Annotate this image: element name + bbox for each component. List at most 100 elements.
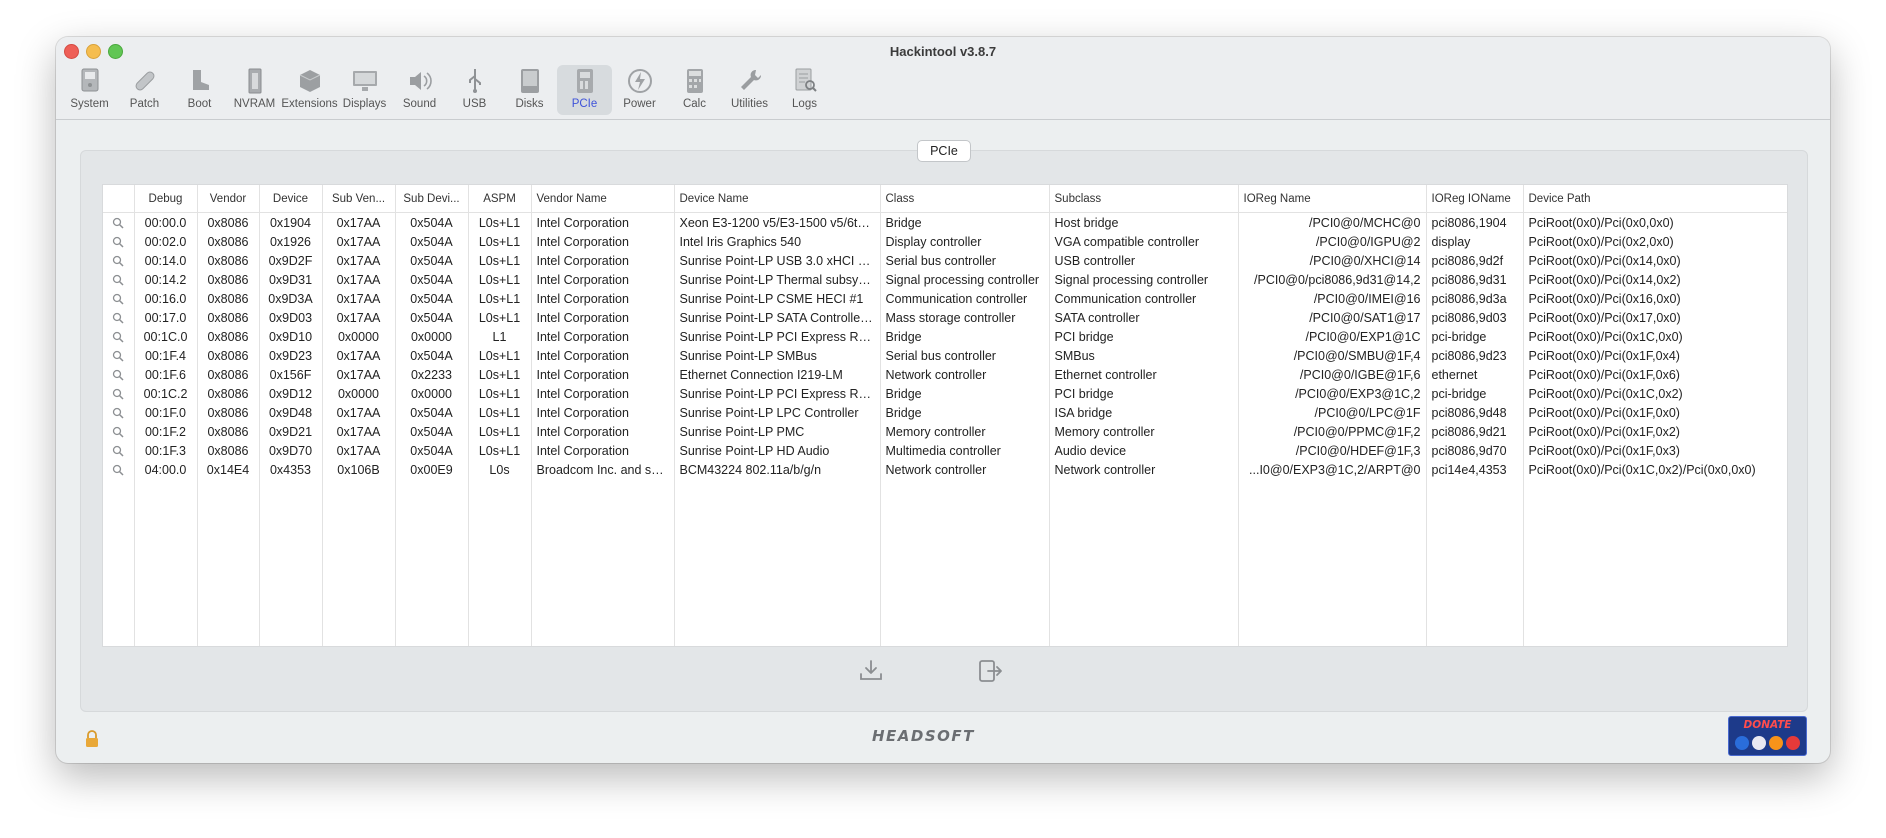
table-cell: pci8086,9d3a [1426, 289, 1524, 308]
table-cell: 00:1F.0 [134, 403, 198, 422]
table-row[interactable]: 00:1F.6 0x8086 0x156F 0x17AA 0x2233 L0s+L1 Int… [103, 365, 1787, 384]
table-cell: 0x9D48 [259, 403, 323, 422]
column-header[interactable]: Debug [134, 185, 198, 213]
toolbar-item-boot[interactable]: Boot [172, 65, 227, 115]
table-cell: Communication controller [1049, 289, 1239, 308]
table-row[interactable]: 00:1F.2 0x8086 0x9D21 0x17AA 0x504A L0s+L1 Int… [103, 422, 1787, 441]
magnifier-icon [113, 256, 124, 267]
row-lookup-button[interactable] [103, 289, 135, 308]
column-header[interactable]: Vendor Name [531, 185, 675, 213]
toolbar-item-calc[interactable]: Calc [667, 65, 722, 115]
row-lookup-button[interactable] [103, 327, 135, 346]
table-row[interactable]: 00:17.0 0x8086 0x9D03 0x17AA 0x504A L0s+L1 Int… [103, 308, 1787, 327]
column-header[interactable]: Vendor [197, 185, 260, 213]
table-row[interactable]: 00:1F.3 0x8086 0x9D70 0x17AA 0x504A L0s+L1 Int… [103, 441, 1787, 460]
table-cell: 0x9D21 [259, 422, 323, 441]
table-cell: 0x9D03 [259, 308, 323, 327]
column-header[interactable]: Class [880, 185, 1050, 213]
table-cell: Mass storage controller [880, 308, 1050, 327]
table-row[interactable]: 00:00.0 0x8086 0x1904 0x17AA 0x504A L0s+L1 Int… [103, 212, 1787, 232]
panel-tab-pcie[interactable]: PCIe [917, 140, 971, 162]
table-cell: PciRoot(0x0)/Pci(0x1F,0x3) [1523, 441, 1787, 460]
export-button[interactable] [858, 658, 884, 684]
lock-icon[interactable] [84, 729, 100, 749]
magnifier-icon [113, 218, 124, 229]
table-cell: Sunrise Point-LP SATA Controller [AHCI m… [674, 308, 881, 327]
table-row[interactable]: 00:16.0 0x8086 0x9D3A 0x17AA 0x504A L0s+L1 Int… [103, 289, 1787, 308]
column-header[interactable]: IOReg IOName [1426, 185, 1524, 213]
table-cell: Signal processing controller [1049, 270, 1239, 289]
table-cell: Signal processing controller [880, 270, 1050, 289]
toolbar-item-label: NVRAM [233, 98, 276, 110]
column-header[interactable]: IOReg Name [1238, 185, 1427, 213]
row-lookup-button[interactable] [103, 460, 135, 479]
share-button[interactable] [977, 658, 1003, 684]
toolbar-item-sound[interactable]: Sound [392, 65, 447, 115]
row-lookup-button[interactable] [103, 308, 135, 327]
toolbar-item-patch[interactable]: Patch [117, 65, 172, 115]
table-cell: 0x8086 [197, 346, 260, 365]
column-header[interactable]: Device Path [1523, 185, 1787, 213]
toolbar-item-extensions[interactable]: Extensions [281, 65, 338, 115]
toolbar-item-utilities[interactable]: Utilities [722, 65, 777, 115]
toolbar-item-label: Displays [342, 98, 387, 110]
table-cell: Network controller [1049, 460, 1239, 479]
table-cell: L0s+L1 [468, 384, 532, 403]
table-cell: Ethernet Connection I219-LM [674, 365, 881, 384]
row-lookup-button[interactable] [103, 365, 135, 384]
table-row[interactable]: 04:00.0 0x14E4 0x4353 0x106B 0x00E9 L0s Broadc… [103, 460, 1787, 479]
toolbar-item-disks[interactable]: Disks [502, 65, 557, 115]
row-lookup-button[interactable] [103, 441, 135, 460]
row-lookup-button[interactable] [103, 232, 135, 251]
table-row[interactable]: 00:1C.2 0x8086 0x9D12 0x0000 0x0000 L0s+L1 Int… [103, 384, 1787, 403]
toolbar-item-label: Calc [682, 98, 706, 110]
column-header[interactable]: Device [259, 185, 323, 213]
table-row[interactable]: 00:14.0 0x8086 0x9D2F 0x17AA 0x504A L0s+L1 Int… [103, 251, 1787, 270]
table-cell: L0s+L1 [468, 251, 532, 270]
table-row[interactable]: 00:14.2 0x8086 0x9D31 0x17AA 0x504A L0s+L1 Int… [103, 270, 1787, 289]
table-cell: 0x8086 [197, 422, 260, 441]
table-row[interactable]: 00:1C.0 0x8086 0x9D10 0x0000 0x0000 L1 Intel C… [103, 327, 1787, 346]
table-cell: 0x8086 [197, 327, 260, 346]
row-lookup-button[interactable] [103, 212, 135, 232]
column-header[interactable]: Sub Ven... [322, 185, 396, 213]
donate-button[interactable]: DONATE [1728, 716, 1807, 756]
table-cell: pci-bridge [1426, 384, 1524, 403]
row-lookup-button[interactable] [103, 346, 135, 365]
table-cell: L0s+L1 [468, 270, 532, 289]
table-row[interactable]: 00:02.0 0x8086 0x1926 0x17AA 0x504A L0s+L1 Int… [103, 232, 1787, 251]
toolbar-item-power[interactable]: Power [612, 65, 667, 115]
row-lookup-button[interactable] [103, 422, 135, 441]
row-lookup-button[interactable] [103, 384, 135, 403]
toolbar-item-pcie[interactable]: PCIe [557, 65, 612, 115]
table-cell: PciRoot(0x0)/Pci(0x1C,0x0) [1523, 327, 1787, 346]
row-lookup-button[interactable] [103, 403, 135, 422]
table-cell: 0x504A [395, 308, 469, 327]
toolbar-item-system[interactable]: System [62, 65, 117, 115]
toolbar-item-displays[interactable]: Displays [337, 65, 392, 115]
column-header[interactable]: Subclass [1049, 185, 1239, 213]
row-lookup-button[interactable] [103, 251, 135, 270]
magnifier-icon [113, 389, 124, 400]
magnifier-icon [113, 370, 124, 381]
toolbar-item-logs[interactable]: Logs [777, 65, 832, 115]
table-row[interactable]: 00:1F.0 0x8086 0x9D48 0x17AA 0x504A L0s+L1 Int… [103, 403, 1787, 422]
table-cell: Intel Corporation [531, 403, 675, 422]
disks-icon [520, 69, 539, 93]
magnifier-icon [113, 465, 124, 476]
pcie-table[interactable]: Debug Vendor Device Sub Ven... Sub Devi... AS… [102, 184, 1788, 647]
column-header[interactable]: ASPM [468, 185, 532, 213]
toolbar-item-nvram[interactable]: NVRAM [227, 65, 282, 115]
table-row[interactable]: 00:1F.4 0x8086 0x9D23 0x17AA 0x504A L0s+L1 Int… [103, 346, 1787, 365]
column-header[interactable]: Sub Devi... [395, 185, 469, 213]
table-cell: 00:1F.6 [134, 365, 198, 384]
table-cell: Intel Corporation [531, 232, 675, 251]
toolbar-item-usb[interactable]: USB [447, 65, 502, 115]
column-header[interactable]: Device Name [674, 185, 881, 213]
table-cell: Network controller [880, 460, 1050, 479]
empty-cell [880, 479, 1050, 646]
column-header[interactable] [103, 185, 135, 213]
row-lookup-button[interactable] [103, 270, 135, 289]
system-icon [81, 68, 98, 92]
table-cell: 00:1C.2 [134, 384, 198, 403]
